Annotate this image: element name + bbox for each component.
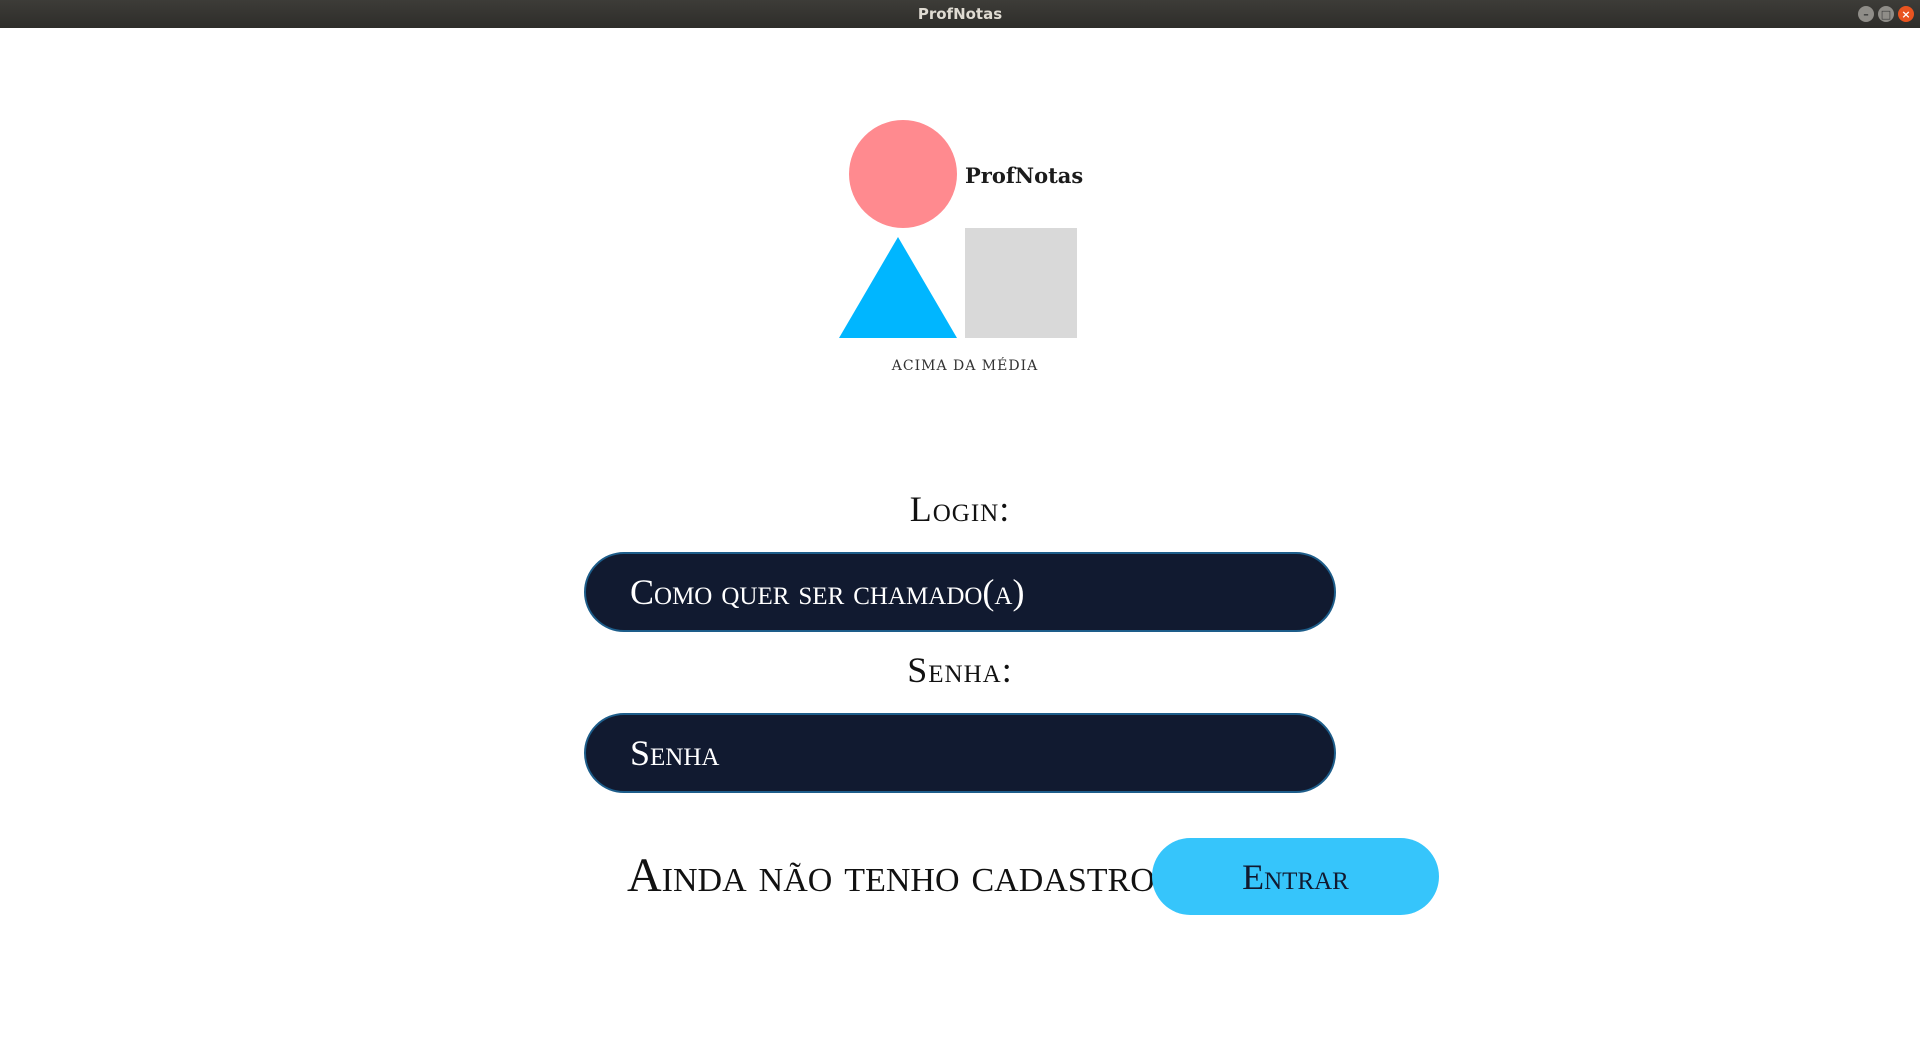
enter-button[interactable]: Entrar [1152,838,1439,915]
window-title: ProfNotas [917,5,1003,23]
close-icon[interactable]: × [1898,6,1914,22]
password-label: Senha: [907,650,1013,690]
app-logo: ProfNotas ACIMA DA MÉDIA [835,118,1090,383]
logo-circle [849,120,957,228]
window-titlebar: ProfNotas – □ × [0,0,1920,28]
minimize-icon[interactable]: – [1858,6,1874,22]
password-input[interactable] [584,713,1336,793]
login-label: Login: [909,489,1011,529]
logo-shapes-icon [839,120,1077,338]
logo-square [965,228,1077,338]
logo-title: ProfNotas [965,163,1084,188]
window-controls: – □ × [1858,6,1914,22]
maximize-icon[interactable]: □ [1878,6,1894,22]
logo-tagline: ACIMA DA MÉDIA [891,358,1039,374]
logo-triangle [839,237,957,338]
login-input[interactable] [584,552,1336,632]
register-link[interactable]: Ainda não tenho cadastro [627,848,1155,903]
